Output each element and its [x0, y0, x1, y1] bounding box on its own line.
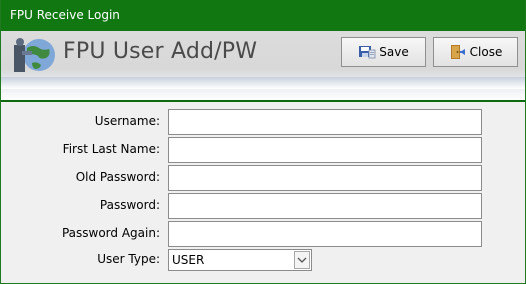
- chevron-down-icon: [297, 257, 307, 263]
- old-password-row: Old Password:: [1, 165, 525, 191]
- username-row: Username:: [1, 109, 525, 135]
- save-button[interactable]: Save: [341, 37, 426, 67]
- title-bar[interactable]: FPU Receive Login: [1, 0, 525, 31]
- user-type-label: User Type:: [97, 252, 160, 266]
- password-field[interactable]: [168, 193, 482, 219]
- user-globe-icon: [14, 38, 55, 72]
- first-last-name-row: First Last Name:: [1, 137, 525, 163]
- password-again-row: Password Again:: [1, 221, 525, 247]
- header-divider: [1, 100, 525, 102]
- username-field[interactable]: [168, 109, 482, 135]
- close-door-icon: [450, 45, 465, 59]
- form-title: FPU User Add/PW: [63, 39, 258, 64]
- user-type-select[interactable]: USER: [168, 249, 312, 271]
- username-label: Username:: [94, 114, 160, 128]
- old-password-label: Old Password:: [75, 170, 160, 184]
- password-label: Password:: [99, 198, 160, 212]
- first-last-name-label: First Last Name:: [62, 142, 160, 156]
- user-type-row: User Type: USER: [1, 249, 525, 275]
- close-button[interactable]: Close: [433, 37, 518, 67]
- password-again-label: Password Again:: [61, 226, 160, 240]
- old-password-field[interactable]: [168, 165, 482, 191]
- password-row: Password:: [1, 193, 525, 219]
- save-button-label: Save: [379, 45, 409, 59]
- header-gradient-strip: [1, 77, 525, 89]
- first-last-name-field[interactable]: [168, 137, 482, 163]
- save-icon: [359, 46, 376, 59]
- user-type-dropdown-button[interactable]: [294, 251, 310, 269]
- password-again-field[interactable]: [168, 221, 482, 247]
- user-type-value: USER: [172, 253, 205, 267]
- fpu-receive-login-window: FPU Receive Login FPU User Add/PW Save C…: [0, 0, 526, 284]
- window-title: FPU Receive Login: [10, 8, 120, 22]
- close-button-label: Close: [469, 45, 503, 59]
